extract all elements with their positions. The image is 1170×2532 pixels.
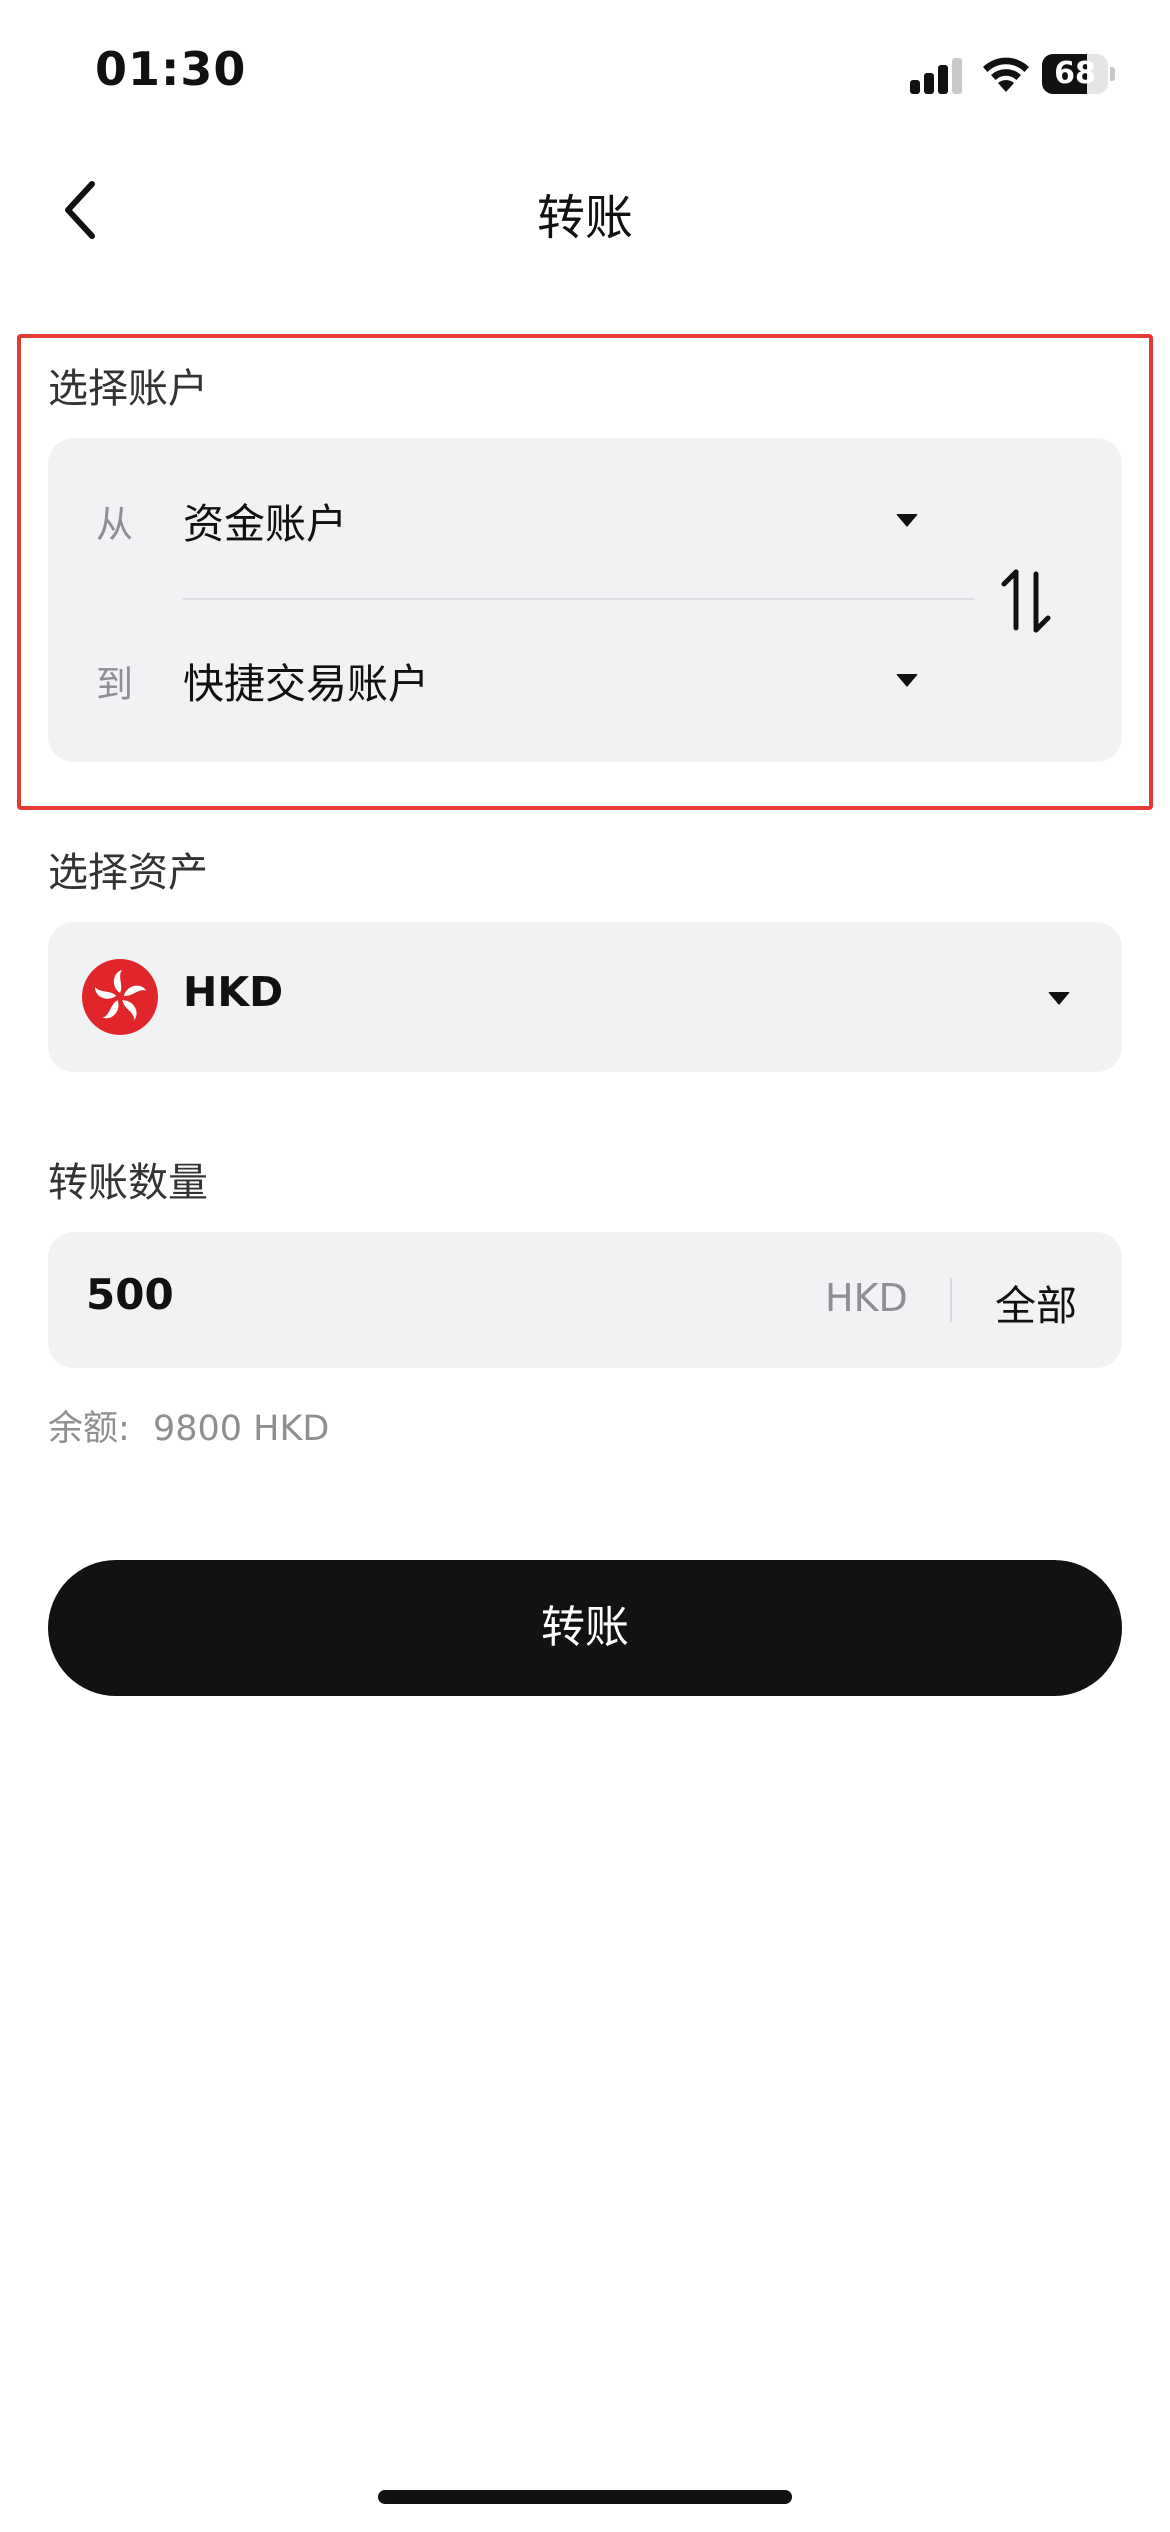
from-account-selector[interactable]: 从 资金账户 [48,438,978,598]
cellular-signal-icon [910,58,962,94]
from-account-value: 资金账户 [183,500,347,548]
hong-kong-flag-icon [82,959,158,1035]
chevron-down-icon [896,674,918,687]
selected-asset: HKD [183,968,284,1016]
status-time: 01:30 [95,42,247,96]
page-title: 转账 [536,190,633,246]
from-label: 从 [96,503,133,546]
balance-value: 9800 HKD [152,1409,330,1449]
amount-section-label: 转账数量 [48,1160,208,1206]
amount-separator [950,1278,952,1322]
wifi-icon [983,57,1029,92]
transfer-button[interactable]: 转账 [48,1560,1122,1696]
asset-section-label: 选择资产 [48,850,208,896]
balance-line: 余额: 9800 HKD [48,1400,329,1451]
amount-card: HKD 全部 [48,1232,1122,1368]
amount-input[interactable] [86,1270,686,1319]
all-button[interactable]: 全部 [995,1272,1077,1332]
asset-selector[interactable]: HKD [48,922,1122,1072]
to-account-selector[interactable]: 到 快捷交易账户 [48,600,978,762]
account-section-label: 选择账户 [48,366,208,412]
account-card: 从 资金账户 到 快捷交易账户 [48,438,1122,762]
chevron-down-icon [1048,992,1070,1005]
balance-label: 余额: [48,1409,130,1449]
battery-level: 68 [1054,56,1096,91]
swap-vertical-icon[interactable] [996,566,1056,636]
amount-unit: HKD [825,1276,908,1320]
to-account-value: 快捷交易账户 [183,660,429,708]
chevron-down-icon [896,514,918,527]
status-bar: 01:30 68 [0,0,1170,150]
battery-icon: 68 [1042,54,1116,94]
home-indicator [378,2490,792,2504]
to-label: 到 [96,663,133,706]
